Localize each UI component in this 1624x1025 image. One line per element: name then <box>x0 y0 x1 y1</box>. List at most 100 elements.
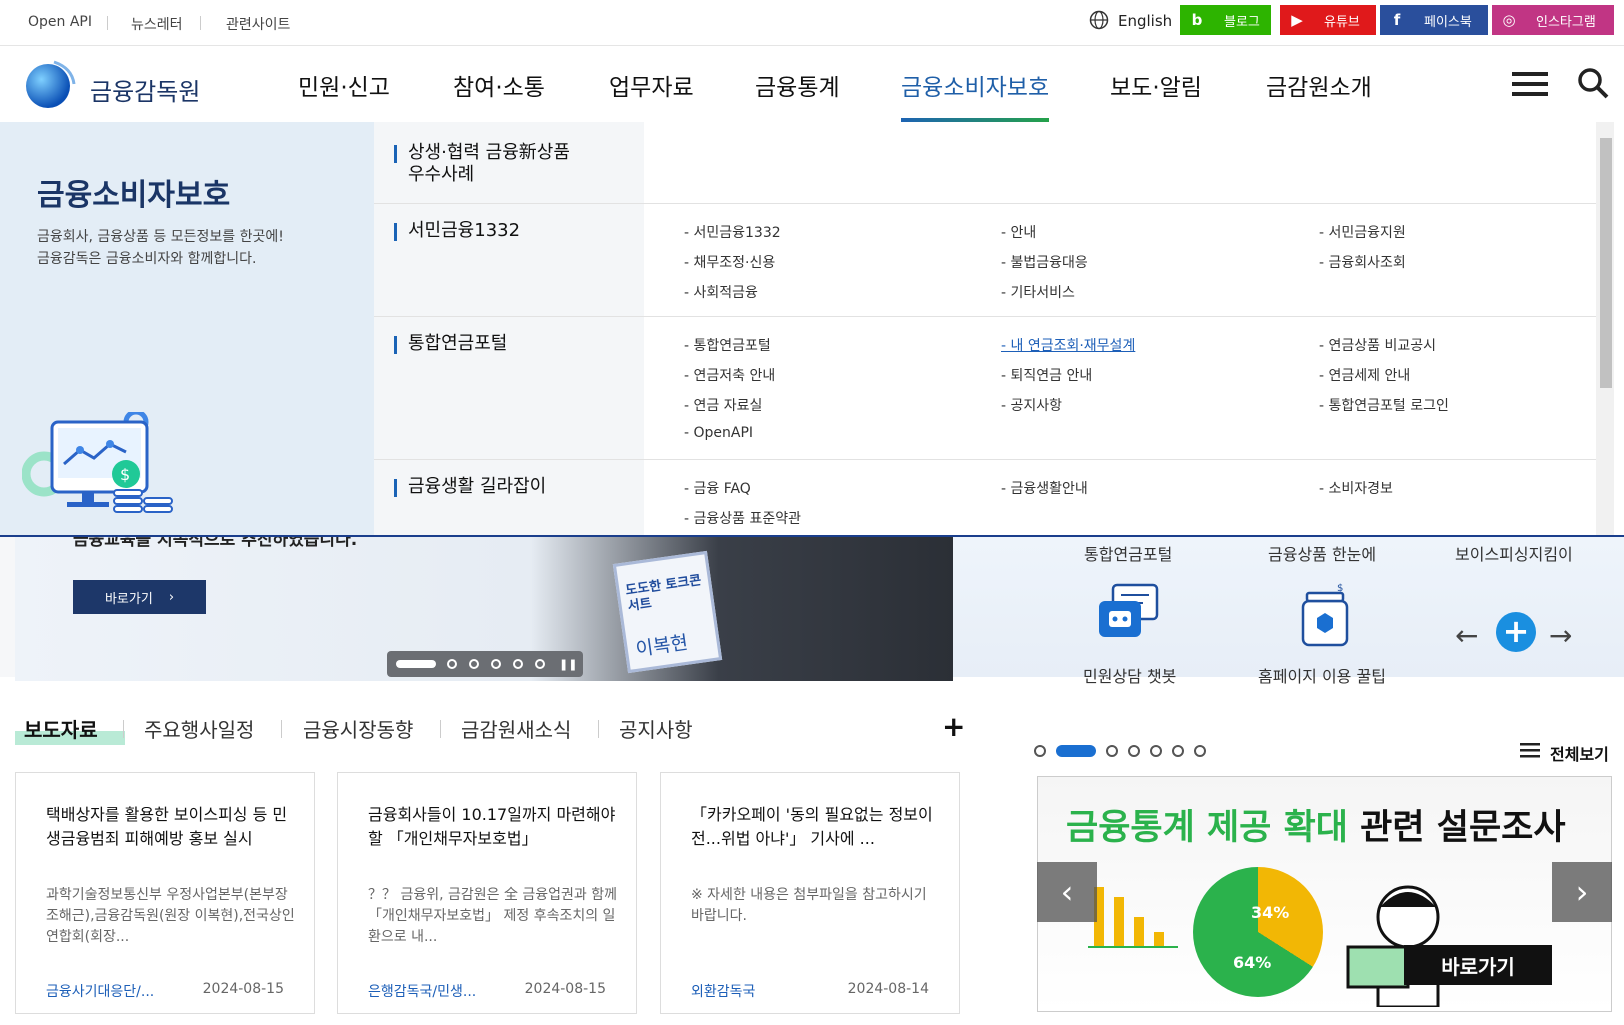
quick-link-label[interactable]: 홈페이지 이용 꿀팁 <box>1258 663 1386 687</box>
banner-goto-button[interactable]: 바로가기 › <box>73 580 206 614</box>
news-card[interactable]: 택배상자를 활용한 보이스피싱 등 민생금융범죄 피해예방 홍보 실시 과학기술… <box>15 772 315 1014</box>
main-navigation: 금융감독원 민원·신고 참여·소통 업무자료 금융통계 금융소비자보호 보도·알… <box>0 46 1624 122</box>
carousel-dot[interactable] <box>1194 745 1206 757</box>
quick-link-label[interactable]: 통합연금포털 <box>1084 541 1172 565</box>
person-illustration <box>1338 877 1478 1009</box>
divider <box>440 720 441 738</box>
logo-text[interactable]: 금융감독원 <box>90 72 200 107</box>
tab-notices[interactable]: 공지사항 <box>619 714 693 743</box>
arrow-right-icon[interactable]: → <box>1549 619 1572 652</box>
menu-icon[interactable] <box>1512 70 1550 98</box>
pager-dot[interactable] <box>535 659 545 669</box>
carousel-dot[interactable] <box>1034 745 1046 757</box>
scrollbar-thumb[interactable] <box>1600 138 1612 388</box>
news-card[interactable]: 금융회사들이 10.17일까지 마련해야할 「개인채무자보호법」 ？？ 금융위,… <box>337 772 637 1014</box>
submenu-item[interactable]: - 통합연금포털 로그인 <box>1319 395 1449 415</box>
newsletter-link[interactable]: 뉴스레터 <box>131 14 183 34</box>
divider <box>107 16 108 30</box>
quick-link-label[interactable]: 민원상담 챗봇 <box>1083 663 1176 687</box>
tab-press-release[interactable]: 보도자료 <box>24 714 98 743</box>
gnb-item-statistics[interactable]: 금융통계 <box>755 68 840 102</box>
tab-news[interactable]: 금감원새소식 <box>461 714 571 743</box>
more-plus-icon[interactable]: + <box>942 710 965 743</box>
instagram-button[interactable]: ◎ 인스타그램 <box>1492 5 1614 35</box>
gnb-item-consumer-protection[interactable]: 금융소비자보호 <box>901 68 1049 102</box>
mega-menu-description: 금융회사, 금융상품 등 모든정보를 한곳에! 금융감독은 금융소비자와 함께합… <box>37 229 284 267</box>
category-pension[interactable]: 통합연금포털 <box>394 333 507 355</box>
quick-link-label[interactable]: 금융상품 한눈에 <box>1268 541 1376 565</box>
submenu-item[interactable]: - 퇴직연금 안내 <box>1001 365 1092 385</box>
facebook-button[interactable]: f 페이스북 <box>1380 5 1488 35</box>
carousel-dot[interactable] <box>1128 745 1140 757</box>
submenu-item[interactable]: - 안내 <box>1001 222 1036 242</box>
news-department: 금융사기대응단/... <box>46 984 155 1000</box>
pause-icon[interactable]: ❚❚ <box>559 658 577 671</box>
globe-icon <box>1089 10 1111 32</box>
instagram-icon: ◎ <box>1502 11 1516 29</box>
mega-menu-title: 금융소비자보호 <box>37 178 231 213</box>
gnb-item-participation[interactable]: 참여·소통 <box>453 68 545 102</box>
submenu-item[interactable]: - 서민금융지원 <box>1319 222 1406 242</box>
chatbot-icon[interactable] <box>1095 581 1161 647</box>
survey-goto-button[interactable]: 바로가기 <box>1404 945 1552 985</box>
category-cooperation[interactable]: 상생·협력 금융新상품 우수사례 <box>394 142 570 186</box>
search-icon[interactable] <box>1576 66 1610 100</box>
submenu-item[interactable]: - 소비자경보 <box>1319 478 1393 498</box>
submenu-item[interactable]: - 연금 자료실 <box>684 395 762 415</box>
submenu-item[interactable]: - 금융생활안내 <box>1001 478 1088 498</box>
submenu-item[interactable]: - 통합연금포털 <box>684 335 771 355</box>
pager-active[interactable] <box>396 660 436 668</box>
news-card[interactable]: 「카카오페이 '동의 필요없는 정보이전...위법 아냐'」 기사에 ... ※… <box>660 772 960 1014</box>
quick-link-label[interactable]: 보이스피싱지킴이 <box>1455 541 1573 565</box>
youtube-button[interactable]: ▶ 유튜브 <box>1280 5 1376 35</box>
tab-events[interactable]: 주요행사일정 <box>144 714 254 743</box>
submenu-item[interactable]: - 연금세제 안내 <box>1319 365 1410 385</box>
category-1332[interactable]: 서민금융1332 <box>394 220 520 242</box>
pager-dot[interactable] <box>513 659 523 669</box>
carousel-dot[interactable] <box>1106 745 1118 757</box>
svg-text:$: $ <box>1337 583 1343 594</box>
gnb-item-complaint[interactable]: 민원·신고 <box>298 68 390 102</box>
english-link[interactable]: English <box>1118 12 1172 30</box>
submenu-item[interactable]: - 공지사항 <box>1001 395 1062 415</box>
mega-menu-scrollbar[interactable] <box>1596 122 1614 535</box>
survey-banner[interactable]: 금융통계 제공 확대 관련 설문조사 34% 64% 바로가기 <box>1037 776 1612 1012</box>
divider <box>598 720 599 738</box>
submenu-item[interactable]: - 연금저축 안내 <box>684 365 775 385</box>
submenu-item[interactable]: - 기타서비스 <box>1001 282 1075 302</box>
submenu-item[interactable]: - 사회적금융 <box>684 282 758 302</box>
submenu-item[interactable]: - 금융상품 표준약관 <box>684 508 801 528</box>
submenu-item[interactable]: - 채무조정·신용 <box>684 252 775 272</box>
pager-dot[interactable] <box>491 659 501 669</box>
news-date: 2024-08-14 <box>847 981 929 997</box>
pager-dot[interactable] <box>469 659 479 669</box>
gnb-item-work-data[interactable]: 업무자료 <box>609 68 694 102</box>
submenu-item[interactable]: - OpenAPI <box>684 425 753 441</box>
submenu-item-active[interactable]: - 내 연금조회·재무설계 <box>1001 335 1135 355</box>
logo-icon[interactable] <box>24 58 76 110</box>
arrow-left-icon[interactable]: ← <box>1455 619 1478 652</box>
plus-icon[interactable]: + <box>1496 612 1536 652</box>
tab-market-trends[interactable]: 금융시장동향 <box>303 714 413 743</box>
view-all-link[interactable]: 전체보기 <box>1550 741 1609 765</box>
submenu-item[interactable]: - 연금상품 비교공시 <box>1319 335 1436 355</box>
blog-button[interactable]: b 블로그 <box>1180 5 1271 35</box>
chevron-left-icon[interactable]: ‹ <box>1037 862 1097 922</box>
submenu-item[interactable]: - 금융 FAQ <box>684 478 751 498</box>
submenu-item[interactable]: - 불법금융대응 <box>1001 252 1088 272</box>
category-guide[interactable]: 금융생활 길라잡이 <box>394 476 546 498</box>
carousel-dot[interactable] <box>1150 745 1162 757</box>
submenu-item[interactable]: - 금융회사조회 <box>1319 252 1406 272</box>
carousel-dot[interactable] <box>1172 745 1184 757</box>
pager-dot[interactable] <box>447 659 457 669</box>
submenu-item[interactable]: - 서민금융1332 <box>684 222 781 242</box>
related-sites-link[interactable]: 관련사이트 <box>226 14 290 34</box>
gnb-item-about[interactable]: 금감원소개 <box>1266 68 1372 102</box>
gnb-item-press[interactable]: 보도·알림 <box>1110 68 1202 102</box>
chevron-right-icon[interactable]: › <box>1552 862 1612 922</box>
open-api-link[interactable]: Open API <box>28 14 92 30</box>
bar-chart-illustration <box>1088 877 1178 967</box>
carousel-dot-active[interactable] <box>1056 745 1096 757</box>
tips-jar-icon[interactable]: $ <box>1293 577 1359 647</box>
list-icon[interactable] <box>1520 742 1542 758</box>
